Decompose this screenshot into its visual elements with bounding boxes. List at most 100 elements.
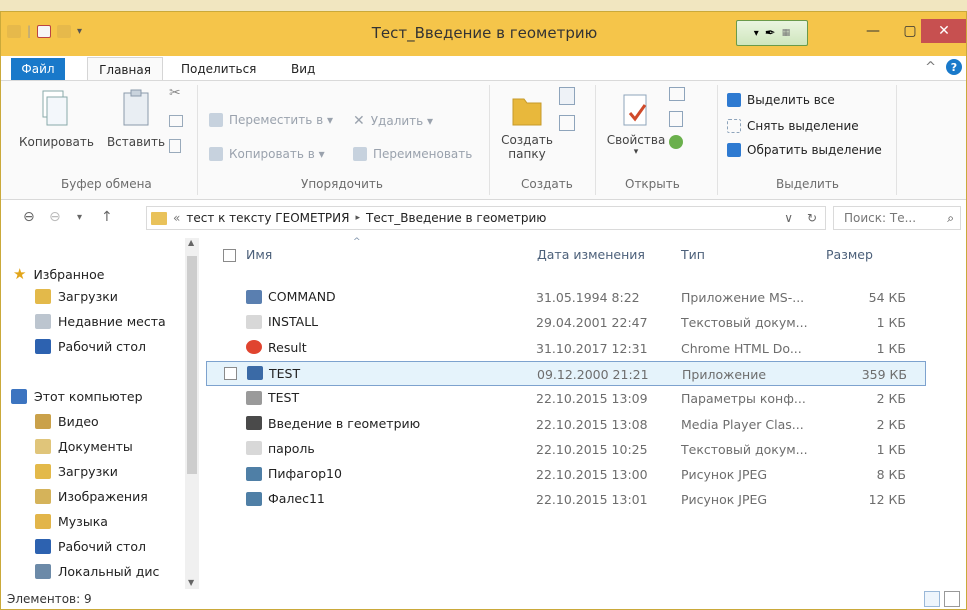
table-row[interactable]: TEST 22.10.2015 13:09 Параметры конф... 2 К… bbox=[206, 386, 926, 411]
pen-icon: ✒ bbox=[764, 25, 776, 41]
select-all-button[interactable]: Выделить все bbox=[727, 93, 835, 107]
nav-item-this-pc[interactable]: Этот компьютер bbox=[11, 389, 143, 404]
table-row[interactable]: Введение в геометрию 22.10.2015 13:08 Medi… bbox=[206, 412, 926, 437]
select-group-label: Выделить bbox=[776, 177, 839, 191]
file-date: 29.04.2001 22:47 bbox=[536, 315, 648, 331]
title-bar: | ▾ Тест_Введение в геометрию ▾ ✒ ▦ — ▢ … bbox=[1, 12, 966, 56]
table-row[interactable]: INSTALL 29.04.2001 22:47 Текстовый докум..… bbox=[206, 310, 926, 335]
file-size: 2 КБ bbox=[876, 416, 906, 432]
nav-item-documents[interactable]: Документы bbox=[35, 439, 133, 454]
invert-selection-button[interactable]: Обратить выделение bbox=[727, 143, 882, 157]
column-header-type[interactable]: Тип bbox=[681, 247, 705, 262]
breadcrumb[interactable]: « тест к тексту ГЕОМЕТРИЯ ▸ Тест_Введени… bbox=[146, 206, 826, 230]
file-size: 1 КБ bbox=[876, 315, 906, 331]
music-icon bbox=[35, 514, 51, 529]
large-icons-view-icon[interactable] bbox=[944, 591, 960, 607]
ribbon-separator bbox=[197, 85, 198, 195]
details-view-icon[interactable] bbox=[924, 591, 940, 607]
tab-home[interactable]: Главная bbox=[87, 57, 163, 81]
easy-access-icon[interactable] bbox=[559, 115, 575, 131]
scroll-up-icon[interactable]: ▲ bbox=[188, 238, 194, 247]
clipboard-group-label: Буфер обмена bbox=[61, 177, 152, 191]
close-button[interactable]: ✕ bbox=[921, 19, 966, 43]
nav-item-desktop[interactable]: Рабочий стол bbox=[35, 339, 146, 354]
table-row[interactable]: пароль 22.10.2015 10:25 Текстовый докум...… bbox=[206, 437, 926, 462]
nav-item-video[interactable]: Видео bbox=[35, 414, 99, 429]
nav-label: Видео bbox=[58, 414, 99, 429]
nav-item-recent[interactable]: Недавние места bbox=[35, 314, 166, 329]
up-button[interactable]: ↑ bbox=[101, 209, 113, 225]
rename-button[interactable]: Переименовать bbox=[353, 147, 472, 161]
copy-to-button[interactable]: Копировать в ▾ bbox=[209, 147, 325, 161]
chrome-icon bbox=[246, 340, 262, 355]
address-dropdown-icon[interactable]: ∨ bbox=[784, 211, 793, 225]
nav-label: Рабочий стол bbox=[58, 339, 146, 354]
new-folder-button[interactable]: Создать папку bbox=[497, 93, 557, 161]
column-header-name[interactable]: Имя bbox=[246, 247, 272, 262]
file-name-label: TEST bbox=[269, 365, 301, 381]
navigation-pane: ★ Избранное Загрузки Недавние места Рабо… bbox=[1, 237, 201, 589]
ribbon-right-controls: ^ ? bbox=[925, 59, 962, 75]
properties-button[interactable]: Свойства ▾ bbox=[605, 93, 667, 157]
nav-item-downloads[interactable]: Загрузки bbox=[35, 289, 118, 304]
new-item-icon[interactable] bbox=[559, 87, 575, 105]
recent-locations-button[interactable]: ▾ bbox=[77, 212, 82, 223]
tab-share[interactable]: Поделиться bbox=[181, 62, 256, 76]
collapse-ribbon-icon[interactable]: ^ bbox=[925, 60, 936, 75]
open-icon[interactable] bbox=[669, 87, 685, 101]
paste-button[interactable]: Вставить bbox=[105, 89, 167, 149]
file-date: 31.05.1994 8:22 bbox=[536, 290, 640, 305]
image-icon bbox=[246, 466, 262, 481]
file-size: 359 КБ bbox=[861, 366, 907, 382]
move-to-button[interactable]: Переместить в ▾ bbox=[209, 113, 333, 127]
table-row[interactable]: Пифагор10 22.10.2015 13:00 Рисунок JPEG 8 К… bbox=[206, 462, 926, 487]
breadcrumb-overflow[interactable]: « bbox=[173, 211, 180, 225]
copy-button[interactable]: Копировать bbox=[19, 89, 94, 149]
nav-item-favorites[interactable]: ★ Избранное bbox=[13, 265, 104, 283]
nav-item-local-disk[interactable]: Локальный дис bbox=[35, 564, 159, 579]
copy-path-icon[interactable] bbox=[169, 115, 183, 127]
breadcrumb-separator[interactable]: ▸ bbox=[355, 213, 360, 223]
nav-item-downloads-pc[interactable]: Загрузки bbox=[35, 464, 118, 479]
minimize-button[interactable]: — bbox=[857, 19, 889, 43]
refresh-icon[interactable]: ↻ bbox=[807, 211, 817, 225]
select-all-checkbox[interactable] bbox=[223, 249, 236, 262]
file-type: Параметры конф... bbox=[681, 391, 806, 407]
paste-shortcut-icon[interactable] bbox=[169, 139, 181, 153]
nav-item-desktop-pc[interactable]: Рабочий стол bbox=[35, 539, 146, 554]
signature-button[interactable]: ▾ ✒ ▦ bbox=[736, 20, 808, 46]
image-icon bbox=[246, 491, 262, 506]
table-row[interactable]: Result 31.10.2017 12:31 Chrome HTML Do... 1… bbox=[206, 336, 926, 361]
rename-icon bbox=[353, 147, 367, 161]
nav-scrollbar-thumb[interactable] bbox=[187, 256, 197, 474]
nav-item-images[interactable]: Изображения bbox=[35, 489, 148, 504]
breadcrumb-item[interactable]: тест к тексту ГЕОМЕТРИЯ bbox=[186, 211, 349, 225]
search-input[interactable]: Поиск: Те... ⌕ bbox=[833, 206, 961, 230]
row-checkbox[interactable] bbox=[224, 366, 237, 380]
explorer-window: | ▾ Тест_Введение в геометрию ▾ ✒ ▦ — ▢ … bbox=[0, 11, 967, 610]
star-icon: ★ bbox=[13, 265, 27, 283]
delete-button[interactable]: ✕ Удалить ▾ bbox=[353, 113, 433, 129]
back-button[interactable]: ⊖ bbox=[23, 209, 35, 225]
forward-button[interactable]: ⊖ bbox=[49, 209, 61, 225]
help-icon[interactable]: ? bbox=[946, 59, 962, 75]
table-row[interactable]: Фалес11 22.10.2015 13:01 Рисунок JPEG 12 КБ bbox=[206, 487, 926, 512]
create-group-label: Создать bbox=[521, 177, 573, 191]
scroll-down-icon[interactable]: ▼ bbox=[188, 578, 194, 587]
column-header-date[interactable]: Дата изменения bbox=[537, 247, 645, 262]
table-row[interactable]: TEST 09.12.2000 21:21 Приложение 359 КБ bbox=[206, 360, 926, 386]
table-row[interactable]: COMMAND 31.05.1994 8:22 Приложение MS-... 5… bbox=[206, 285, 926, 310]
column-header-size[interactable]: Размер bbox=[826, 247, 873, 262]
downloads-icon bbox=[35, 289, 51, 304]
tab-view[interactable]: Вид bbox=[291, 62, 315, 76]
properties-label: Свойства bbox=[606, 133, 666, 147]
tab-file[interactable]: Файл bbox=[11, 58, 65, 80]
cut-icon[interactable]: ✂ bbox=[169, 85, 181, 101]
breadcrumb-item[interactable]: Тест_Введение в геометрию bbox=[366, 211, 546, 225]
select-none-button[interactable]: Снять выделение bbox=[727, 119, 859, 133]
file-name: TEST bbox=[246, 390, 299, 405]
nav-label: Загрузки bbox=[58, 289, 118, 304]
edit-icon[interactable] bbox=[669, 111, 683, 127]
nav-item-music[interactable]: Музыка bbox=[35, 514, 108, 529]
history-icon[interactable] bbox=[669, 135, 683, 149]
